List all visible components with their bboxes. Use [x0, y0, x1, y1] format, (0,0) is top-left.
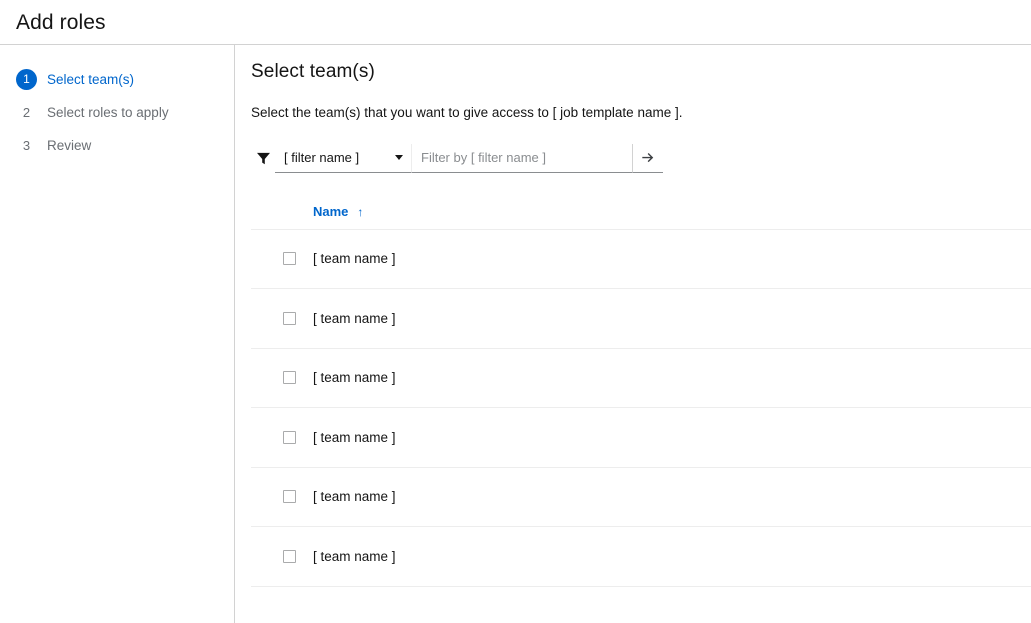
sidebar-item-select-teams[interactable]: 1 Select team(s): [0, 63, 234, 96]
row-team-name: [ team name ]: [313, 548, 396, 564]
table-row[interactable]: [ team name ]: [251, 468, 1031, 528]
row-team-name: [ team name ]: [313, 429, 396, 445]
table-row[interactable]: [ team name ]: [251, 289, 1031, 349]
row-checkbox[interactable]: [283, 311, 296, 325]
row-team-name: [ team name ]: [313, 251, 396, 267]
row-checkbox-cell: [251, 430, 313, 444]
row-checkbox-cell: [251, 549, 313, 563]
row-checkbox[interactable]: [283, 490, 296, 504]
wizard-body: 1 Select team(s) 2 Select roles to apply…: [0, 45, 1031, 623]
content-title: Select team(s): [251, 61, 375, 82]
table-row[interactable]: [ team name ]: [251, 230, 1031, 290]
sort-ascending-icon: ↑: [357, 204, 364, 219]
row-checkbox-cell: [251, 371, 313, 385]
step-number-badge-3: 3: [22, 138, 31, 153]
row-team-name: [ team name ]: [313, 489, 396, 505]
sidebar-item-review[interactable]: 3 Review: [0, 129, 234, 162]
sidebar-item-select-roles[interactable]: 2 Select roles to apply: [0, 96, 234, 129]
content-description: Select the team(s) that you want to give…: [251, 104, 683, 120]
filter-type-select-value: [ filter name ]: [284, 150, 360, 166]
row-checkbox[interactable]: [283, 549, 296, 563]
chevron-down-icon: [395, 155, 403, 161]
filter-type-select[interactable]: [ filter name ]: [275, 143, 411, 173]
wizard-header: Add roles: [0, 0, 1031, 45]
step-label-select-roles: Select roles to apply: [47, 105, 169, 120]
search-submit-button[interactable]: [632, 143, 663, 173]
filter-search-input[interactable]: [411, 143, 632, 173]
row-checkbox[interactable]: [283, 430, 296, 444]
row-checkbox[interactable]: [283, 371, 296, 385]
filter-toolbar: [ filter name ]: [251, 143, 663, 173]
row-team-name: [ team name ]: [313, 310, 396, 326]
table-header-row: Name ↑: [251, 204, 1031, 230]
table-row[interactable]: [ team name ]: [251, 527, 1031, 587]
column-header-name[interactable]: Name ↑: [313, 204, 363, 219]
step-label-review: Review: [47, 138, 92, 153]
step-number-badge-2: 2: [22, 105, 31, 120]
arrow-right-icon: [642, 152, 654, 162]
row-checkbox-cell: [251, 490, 313, 504]
funnel-icon: [251, 144, 275, 173]
column-header-name-label: Name: [313, 204, 349, 220]
row-checkbox-cell: [251, 252, 313, 266]
page-title: Add roles: [16, 10, 106, 34]
wizard-main-content: Select team(s) Select the team(s) that y…: [235, 45, 1031, 623]
table-row[interactable]: [ team name ]: [251, 349, 1031, 409]
row-team-name: [ team name ]: [313, 370, 396, 386]
row-checkbox-cell: [251, 311, 313, 325]
teams-table: Name ↑ [ team name ] [ team name ] [tea…: [251, 204, 1031, 587]
step-label-select-teams: Select team(s): [47, 72, 135, 87]
table-row[interactable]: [ team name ]: [251, 408, 1031, 468]
step-number-badge-1: 1: [16, 69, 37, 90]
row-checkbox[interactable]: [283, 252, 296, 266]
wizard-step-nav: 1 Select team(s) 2 Select roles to apply…: [0, 45, 235, 623]
